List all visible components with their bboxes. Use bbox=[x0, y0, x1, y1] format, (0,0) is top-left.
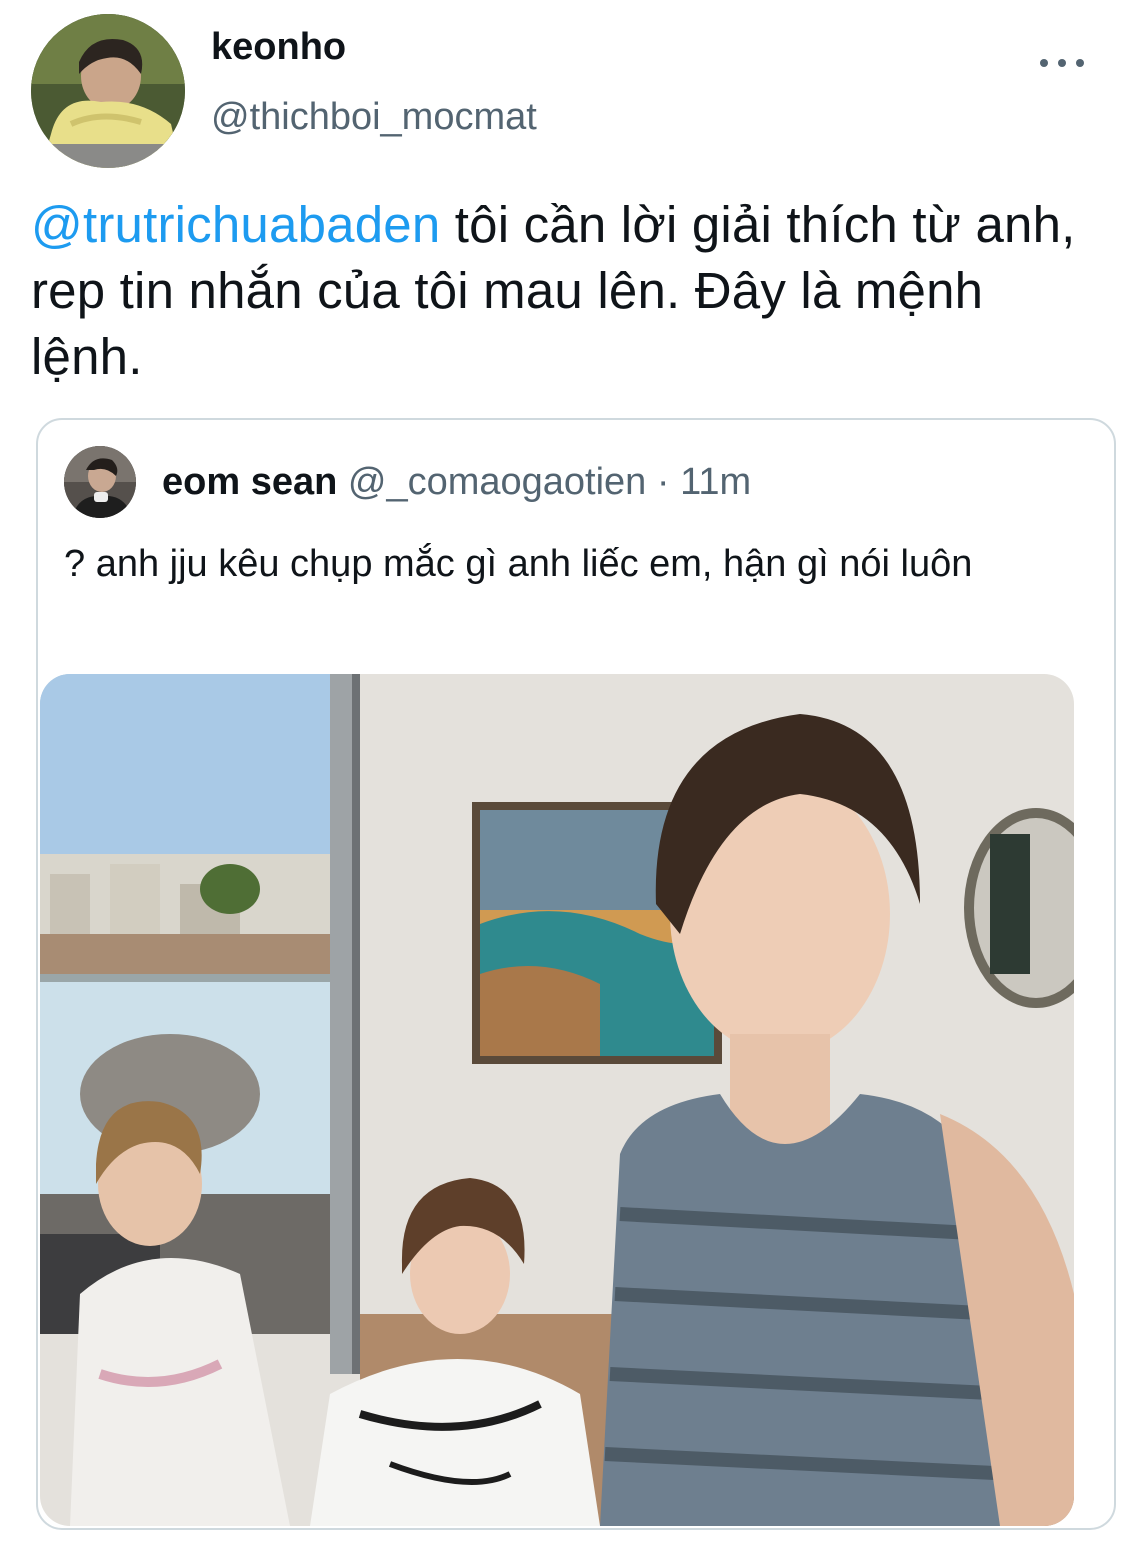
author-avatar-image bbox=[31, 14, 185, 168]
quoted-author-display-name[interactable]: eom sean bbox=[162, 461, 337, 503]
more-dot bbox=[1058, 59, 1066, 67]
quoted-tweet-time[interactable]: 11m bbox=[680, 461, 751, 503]
quoted-author-avatar[interactable] bbox=[64, 446, 136, 518]
more-dot bbox=[1076, 59, 1084, 67]
more-dot bbox=[1040, 59, 1048, 67]
quoted-tweet-photo[interactable] bbox=[40, 674, 1074, 1526]
more-horizontal-icon[interactable] bbox=[1040, 50, 1084, 76]
quoted-tweet-header: eom sean @_comaogaotien · 11m bbox=[162, 460, 751, 504]
quoted-tweet-text: ? anh jju kêu chụp mắc gì anh liếc em, h… bbox=[64, 543, 973, 585]
author-handle[interactable]: @thichboi_mocmat bbox=[211, 96, 537, 139]
author-avatar[interactable] bbox=[31, 14, 185, 168]
photo-content bbox=[40, 674, 1074, 1526]
tweet-text: @trutrichuabaden tôi cần lời giải thích … bbox=[31, 192, 1091, 390]
mention-link[interactable]: @trutrichuabaden bbox=[31, 196, 440, 253]
quoted-tweet-card[interactable]: eom sean @_comaogaotien · 11m ? anh jju … bbox=[36, 418, 1116, 1530]
author-display-name[interactable]: keonho bbox=[211, 26, 346, 69]
quoted-author-handle[interactable]: @_comaogaotien bbox=[348, 461, 646, 503]
header-separator: · bbox=[656, 461, 670, 503]
quoted-avatar-image bbox=[64, 446, 136, 518]
